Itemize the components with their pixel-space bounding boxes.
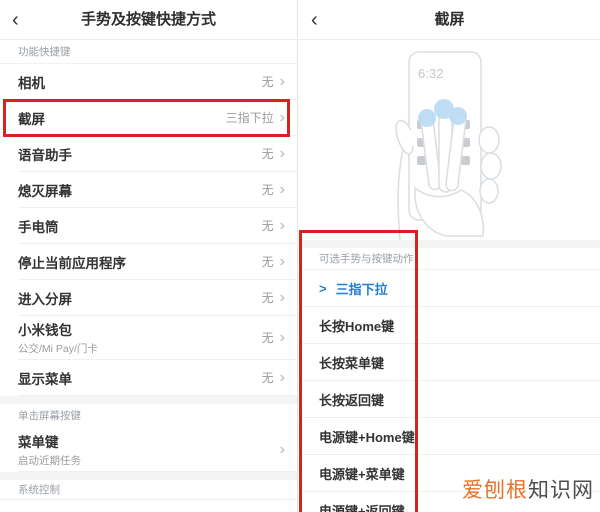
row-turn-off-screen[interactable]: 熄灭屏幕 无 › [18,172,297,208]
illustration-time: 6:32 [418,66,443,81]
section-separator [0,472,297,480]
chevron-right-icon: › [279,368,285,386]
hand-phone-illustration-icon: 6:32 [394,51,502,240]
section-label-system-control: 系统控制 [0,480,297,500]
chevron-right-icon: › [279,252,285,270]
row-value: 无 [261,291,274,305]
row-mi-wallet[interactable]: 小米钱包 公交/Mi Pay/门卡 无 › [18,316,297,360]
screen: ‹ 手势及按键快捷方式 功能快捷键 相机 无 › 截屏 三指下拉 › 语音助手 无 ›… [0,0,600,512]
chevron-right-icon: › [279,440,285,458]
option-label: 长按返回键 [319,392,385,408]
option-long-press-menu[interactable]: 长按菜单键 [299,344,600,381]
chevron-right-icon: › [279,288,285,306]
row-value: 无 [261,75,274,89]
row-voice-assistant[interactable]: 语音助手 无 › [18,136,297,172]
row-label: 熄灭屏幕 [18,183,72,199]
section-label-tap-screen-buttons: 单击屏幕按键 [0,404,297,428]
page-title: 截屏 [434,11,465,28]
option-long-press-back[interactable]: 长按返回键 [299,381,600,418]
row-screenshot[interactable]: 截屏 三指下拉 › [18,100,297,136]
row-show-menu[interactable]: 显示菜单 无 › [18,360,297,396]
row-label: 截屏 [18,111,45,127]
row-value: 无 [261,183,274,197]
chevron-right-icon: › [279,108,285,126]
chevron-right-icon: › [279,180,285,198]
gesture-shortcuts-page: ‹ 手势及按键快捷方式 功能快捷键 相机 无 › 截屏 三指下拉 › 语音助手 无 ›… [0,0,297,512]
watermark-rest: 知识网 [528,479,594,502]
section-separator [0,396,297,404]
row-flashlight[interactable]: 手电筒 无 › [18,208,297,244]
right-header: ‹ 截屏 [299,0,600,40]
chevron-right-icon: › [279,72,285,90]
option-label: 长按菜单键 [319,355,385,371]
row-stop-current-app[interactable]: 停止当前应用程序 无 › [18,244,297,280]
chevron-right-icon: › [279,144,285,162]
left-header: ‹ 手势及按键快捷方式 [0,0,297,40]
row-label: 手电筒 [18,219,59,235]
row-label: 显示菜单 [18,371,72,387]
row-label: 小米钱包 [18,323,72,338]
row-value: 无 [261,371,274,385]
section-label-available-gestures: 可选手势与按键动作 [299,248,600,270]
row-split-screen[interactable]: 进入分屏 无 › [18,280,297,316]
row-value: 无 [261,255,274,269]
row-label: 菜单键 [18,435,59,450]
panel-divider [297,0,298,512]
option-label: 长按Home键 [319,318,395,334]
option-three-finger-swipe-down[interactable]: > 三指下拉 [299,270,600,307]
watermark-highlight: 爱刨根 [462,479,528,502]
selected-arrow-icon: > [319,280,327,296]
row-value: 无 [261,147,274,161]
page-title: 手势及按键快捷方式 [80,11,216,28]
option-label: 电源键+返回键 [319,503,405,512]
option-long-press-home[interactable]: 长按Home键 [299,307,600,344]
chevron-right-icon: › [279,328,285,346]
row-menu-key[interactable]: 菜单键 启动近期任务 › [18,428,297,472]
option-label: 电源键+菜单键 [319,466,405,482]
section-label-function-shortcuts: 功能快捷键 [0,40,297,64]
row-subtitle: 公交/Mi Pay/门卡 [18,343,98,355]
row-label: 语音助手 [18,147,72,163]
section-separator [299,240,600,248]
row-label: 相机 [18,75,45,91]
row-subtitle: 启动近期任务 [18,455,81,467]
row-value: 无 [261,331,274,345]
row-camera[interactable]: 相机 无 › [18,64,297,100]
row-value: 三指下拉 [225,111,274,125]
option-label: 电源键+Home键 [319,429,415,445]
screenshot-settings-page: ‹ 截屏 6:32 可选手势与按键动作 > 三指下拉 长按Home键 长按菜单键… [299,0,600,512]
row-label: 停止当前应用程序 [18,255,126,271]
row-label: 进入分屏 [18,291,72,307]
watermark: 爱刨根知识网 [462,474,594,504]
row-value: 无 [261,219,274,233]
chevron-right-icon: › [279,216,285,234]
three-finger-gesture-illustration: 6:32 [299,40,600,240]
option-label: 三指下拉 [335,281,388,297]
option-power-plus-home[interactable]: 电源键+Home键 [299,418,600,455]
